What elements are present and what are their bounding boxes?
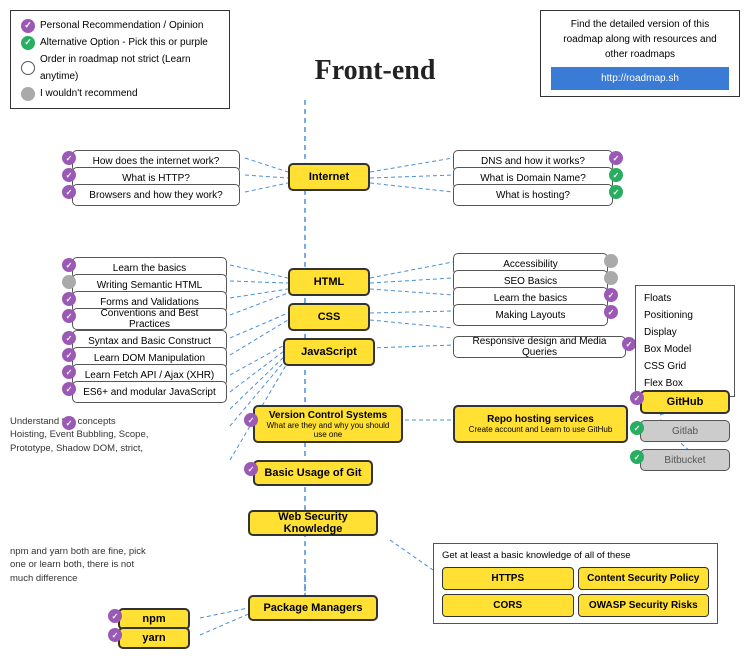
legend-text-gray: I wouldn't recommend bbox=[40, 85, 138, 102]
repo-hosting-node: Repo hosting services Create account and… bbox=[453, 405, 628, 443]
yarn-node: yarn bbox=[118, 627, 190, 649]
seo-basics-dot bbox=[604, 271, 618, 285]
legend-item-outline: Order in roadmap not strict (Learn anyti… bbox=[21, 51, 219, 85]
responsive-node: Responsive design and Media Queries bbox=[453, 336, 626, 358]
github-dot: ✓ bbox=[630, 391, 644, 405]
gitlab-dot: ✓ bbox=[630, 421, 644, 435]
learn-basics-css-dot: ✓ bbox=[604, 288, 618, 302]
info-box-text: Find the detailed version of this roadma… bbox=[563, 19, 716, 60]
info-box-link[interactable]: http://roadmap.sh bbox=[551, 67, 729, 90]
conventions-node: Conventions and Best Practices bbox=[72, 308, 227, 330]
hosting-dot: ✓ bbox=[609, 185, 623, 199]
css-extras-display: Display bbox=[644, 324, 726, 341]
browsers-dot: ✓ bbox=[62, 185, 76, 199]
legend-item-green: ✓ Alternative Option - Pick this or purp… bbox=[21, 34, 219, 51]
how-internet-dot: ✓ bbox=[62, 151, 76, 165]
npm-dot: ✓ bbox=[108, 609, 122, 623]
legend-outline-icon bbox=[21, 61, 35, 75]
understand-concepts-dot: ✓ bbox=[62, 416, 76, 430]
css-extras-positioning: Positioning bbox=[644, 307, 726, 324]
legend-purple-icon: ✓ bbox=[21, 19, 35, 33]
github-node: GitHub bbox=[640, 390, 730, 414]
internet-node: Internet bbox=[288, 163, 370, 191]
what-http-dot: ✓ bbox=[62, 168, 76, 182]
syntax-basic-dot: ✓ bbox=[62, 331, 76, 345]
css-extras-box-model: Box Model bbox=[644, 341, 726, 358]
kb-item-https: HTTPS bbox=[442, 567, 574, 590]
legend-text-green: Alternative Option - Pick this or purple bbox=[40, 34, 208, 51]
kb-item-cors: CORS bbox=[442, 594, 574, 617]
basic-git-node: Basic Usage of Git bbox=[253, 460, 373, 486]
css-extras-box: Floats Positioning Display Box Model CSS… bbox=[635, 285, 735, 397]
es6-node: ES6+ and modular JavaScript bbox=[72, 381, 227, 403]
knowledge-box: Get at least a basic knowledge of all of… bbox=[433, 543, 718, 624]
css-node: CSS bbox=[288, 303, 370, 331]
understand-concepts-note: Understand the concepts Hoisting, Event … bbox=[10, 415, 215, 455]
knowledge-box-grid: HTTPS Content Security Policy CORS OWASP… bbox=[442, 567, 709, 617]
javascript-node: JavaScript bbox=[283, 338, 375, 366]
responsive-dot: ✓ bbox=[622, 337, 636, 351]
page-title: Front-end bbox=[315, 55, 436, 87]
hosting-node: What is hosting? bbox=[453, 184, 613, 206]
learn-basics-html-dot: ✓ bbox=[62, 258, 76, 272]
bitbucket-dot: ✓ bbox=[630, 450, 644, 464]
learn-dom-dot: ✓ bbox=[62, 348, 76, 362]
kb-item-csp: Content Security Policy bbox=[578, 567, 710, 590]
legend-text-outline: Order in roadmap not strict (Learn anyti… bbox=[40, 51, 219, 85]
npm-note: npm and yarn both are fine, pick one or … bbox=[10, 545, 210, 585]
vcs-dot: ✓ bbox=[244, 413, 258, 427]
browsers-node: Browsers and how they work? bbox=[72, 184, 240, 206]
gitlab-node: Gitlab bbox=[640, 420, 730, 442]
yarn-dot: ✓ bbox=[108, 628, 122, 642]
legend-item-purple: ✓ Personal Recommendation / Opinion bbox=[21, 17, 219, 34]
making-layouts-dot: ✓ bbox=[604, 305, 618, 319]
basic-git-dot: ✓ bbox=[244, 462, 258, 476]
info-box: Find the detailed version of this roadma… bbox=[540, 10, 740, 97]
css-extras-css-grid: CSS Grid bbox=[644, 358, 726, 375]
legend-box: ✓ Personal Recommendation / Opinion ✓ Al… bbox=[10, 10, 230, 109]
package-managers-node: Package Managers bbox=[248, 595, 378, 621]
dns-dot: ✓ bbox=[609, 151, 623, 165]
domain-name-dot: ✓ bbox=[609, 168, 623, 182]
conventions-dot: ✓ bbox=[62, 309, 76, 323]
legend-text-purple: Personal Recommendation / Opinion bbox=[40, 17, 203, 34]
knowledge-box-title: Get at least a basic knowledge of all of… bbox=[442, 550, 709, 561]
legend-gray-icon bbox=[21, 87, 35, 101]
legend-green-icon: ✓ bbox=[21, 36, 35, 50]
accessibility-dot bbox=[604, 254, 618, 268]
html-node: HTML bbox=[288, 268, 370, 296]
learn-fetch-dot: ✓ bbox=[62, 365, 76, 379]
making-layouts-node: Making Layouts bbox=[453, 304, 608, 326]
css-extras-floats: Floats bbox=[644, 290, 726, 307]
es6-dot: ✓ bbox=[62, 382, 76, 396]
legend-item-gray: I wouldn't recommend bbox=[21, 85, 219, 102]
bitbucket-node: Bitbucket bbox=[640, 449, 730, 471]
vcs-node: Version Control Systems What are they an… bbox=[253, 405, 403, 443]
semantic-html-dot bbox=[62, 275, 76, 289]
forms-validations-dot: ✓ bbox=[62, 292, 76, 306]
web-security-node: Web Security Knowledge bbox=[248, 510, 378, 536]
kb-item-owasp: OWASP Security Risks bbox=[578, 594, 710, 617]
